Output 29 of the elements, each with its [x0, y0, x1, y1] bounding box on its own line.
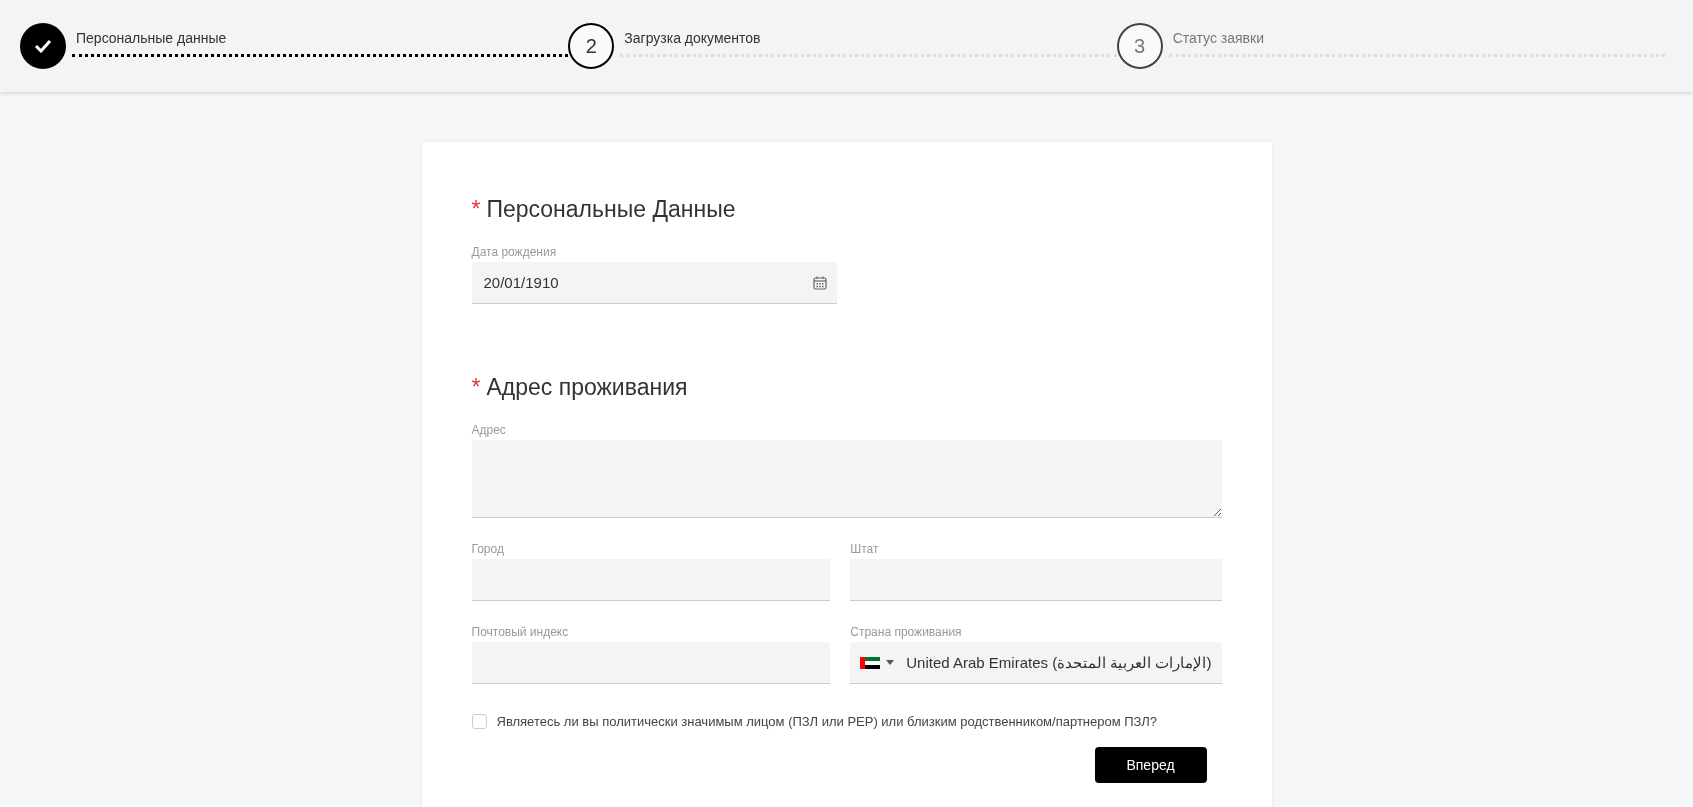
- step-number: 2: [585, 34, 597, 58]
- address-field[interactable]: [471, 440, 1222, 518]
- calendar-icon[interactable]: [812, 276, 827, 290]
- required-mark: *: [471, 374, 481, 401]
- required-mark: *: [471, 196, 481, 223]
- text-field[interactable]: [471, 642, 831, 684]
- text-field[interactable]: [471, 559, 831, 601]
- field-label: Страна проживания: [850, 625, 962, 639]
- checkbox[interactable]: [471, 714, 487, 729]
- field-label: Дата рождения: [471, 245, 557, 259]
- next-button[interactable]: Вперед: [1094, 747, 1207, 783]
- country-value: United Arab Emirates (الإمارات العربية المتحدة): [906, 653, 1212, 672]
- section-title: Адрес проживания: [486, 374, 688, 401]
- field-label: Адрес: [471, 423, 506, 437]
- step-label: Статус заявки: [1171, 29, 1265, 46]
- date-field[interactable]: 20/01/1910: [471, 262, 837, 304]
- step-number: 3: [1134, 34, 1146, 58]
- field-label: Город: [471, 542, 504, 556]
- section-title: Персональные Данные: [486, 196, 736, 223]
- caret-icon: [886, 660, 895, 665]
- text-field[interactable]: [850, 559, 1222, 601]
- country-select[interactable]: United Arab Emirates (الإمارات العربية المتحدة): [850, 642, 1222, 684]
- check-icon: [34, 39, 52, 53]
- checkbox-label: Являетесь ли вы политически значимым лицом (ПЗЛ или PEP) или близким родственником/партнером ПЗЛ?: [496, 714, 1158, 729]
- field-label: Почтовый индекс: [471, 625, 569, 639]
- flag-icon: [860, 656, 881, 669]
- step-label: Загрузка документов: [623, 29, 762, 46]
- step-label: Персональные данные: [75, 29, 228, 46]
- field-label: Штат: [850, 542, 879, 556]
